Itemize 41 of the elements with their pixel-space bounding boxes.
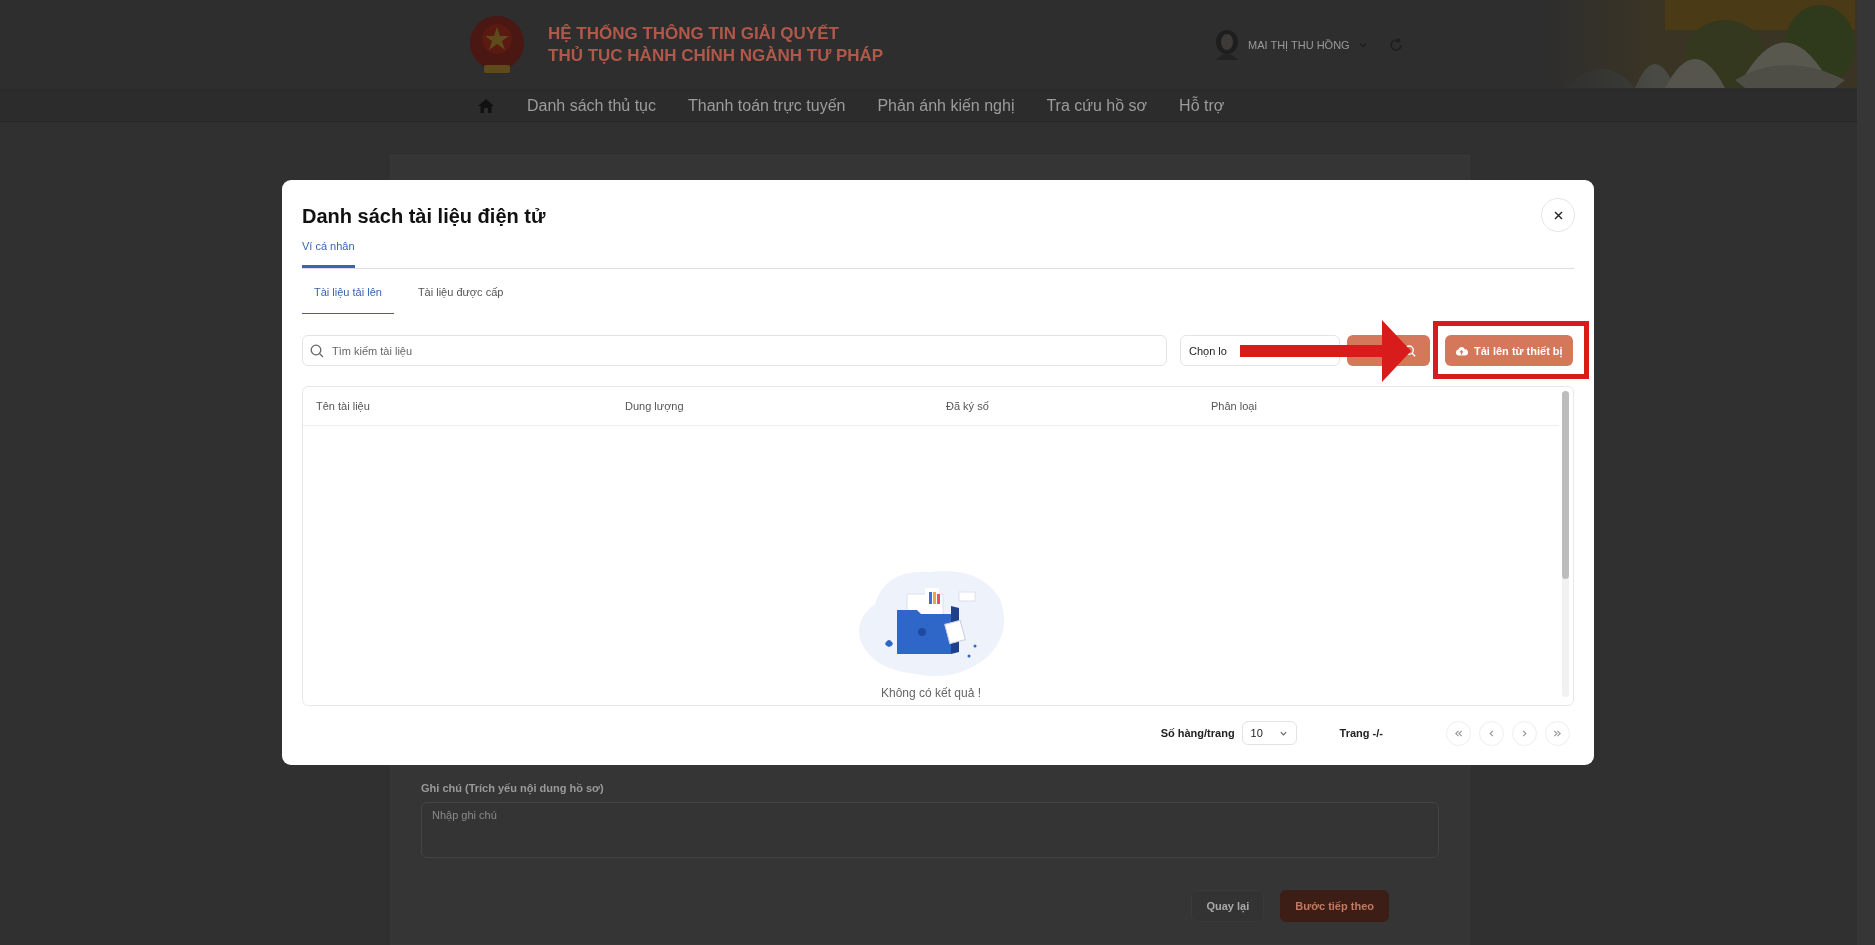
tab[interactable]: Tài liệu tải lên [302,286,394,314]
close-button[interactable] [1541,198,1575,232]
rows-per-page-select[interactable]: 10 [1241,721,1297,745]
nav-link[interactable]: Danh sách thủ tục [527,97,656,115]
column-header: Đã ký số [946,400,990,412]
note-field[interactable]: Nhập ghi chú [421,802,1439,858]
chevron-right-icon [1520,728,1529,738]
search-icon [310,344,324,358]
double-chevron-right-icon [1553,728,1562,738]
search-field[interactable]: Tìm kiếm tài liệu [302,335,1167,366]
first-page-button[interactable] [1446,720,1471,746]
column-header: Tên tài liệu [316,400,371,412]
field-label: Ghi chú (Trích yếu nội dung hồ sơ) [421,782,605,794]
column-header: Phân loại [1211,400,1258,412]
close-icon [1553,210,1563,220]
tab[interactable]: Tài liệu được cấp [405,286,516,314]
next-button[interactable]: Bước tiếp theo [1280,890,1389,922]
nav-link[interactable]: Hỗ trợ [1179,97,1225,115]
home-icon[interactable] [477,98,495,114]
rows-per-page-label: Số hàng/trang [1160,727,1235,739]
back-button[interactable]: Quay lại [1191,890,1265,922]
double-chevron-left-icon [1454,728,1463,738]
avatar-icon [1214,30,1240,60]
upload-button[interactable]: Tải lên từ thiết bị [1445,335,1573,366]
page-indicator: Trang -/- [1339,727,1383,739]
cloud-upload-icon [1455,345,1468,356]
user-name[interactable]: MAI THỊ THU HỒNG [1248,39,1350,51]
last-page-button[interactable] [1545,720,1570,746]
scrollbar-thumb[interactable] [1562,391,1569,579]
nav-link[interactable]: Tra cứu hồ sơ [1046,97,1148,115]
nav-link[interactable]: Phản ánh kiến nghị [877,97,1015,115]
empty-message: Không có kết quả ! [880,686,982,700]
chevron-left-icon [1487,728,1496,738]
nav-link[interactable]: Thanh toán trực tuyến [687,97,846,115]
previous-page-button[interactable] [1479,720,1504,746]
modal-title: Danh sách tài liệu điện tử [302,205,546,229]
next-page-button[interactable] [1512,720,1537,746]
tab[interactable]: Ví cá nhân [302,240,355,268]
column-header: Dung lượng [625,400,685,412]
system-title: THỦ TỤC HÀNH CHÍNH NGÀNH TƯ PHÁP [548,45,884,67]
system-title: HỆ THỐNG THÔNG TIN GIẢI QUYẾT [548,23,840,45]
